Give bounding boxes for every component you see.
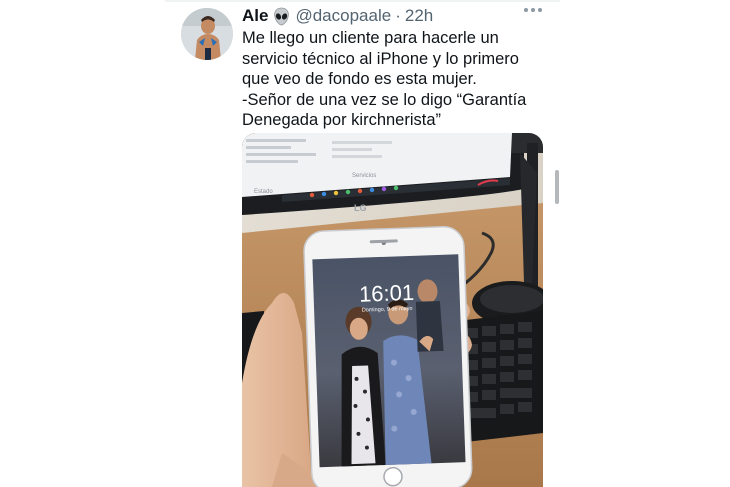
scrollbar[interactable]: [555, 170, 559, 204]
more-options-icon[interactable]: [524, 8, 542, 12]
monitor-label-2: Servicios: [352, 173, 376, 179]
photo-scene: Estado Servicios LG 16:01 Domingo, 9 de …: [242, 133, 543, 487]
tweet-card: Ale @dacopaale · 22h Me llego un cliente…: [165, 0, 560, 487]
tweet-text: Me llego un cliente para hacerle un serv…: [242, 28, 542, 131]
tweet-text-line: -Señor de una vez se lo digo “Garantía D…: [242, 90, 527, 130]
handle[interactable]: @dacopaale: [295, 6, 391, 26]
separator-dot: ·: [395, 6, 401, 25]
iphone: 16:01 Domingo, 9 de mayo: [303, 226, 473, 487]
alien-emoji-icon: [272, 7, 291, 26]
tweet-header: Ale @dacopaale · 22h: [242, 4, 546, 28]
phone-clock: 16:01: [359, 280, 415, 307]
divider: [165, 0, 560, 2]
avatar-image: [181, 8, 233, 60]
monitor-label: Estado: [254, 189, 273, 195]
svg-text:LG: LG: [354, 203, 367, 213]
tweet-text-line: Me llego un cliente para hacerle un serv…: [242, 29, 519, 88]
avatar[interactable]: [181, 8, 233, 60]
tweet-photo[interactable]: Estado Servicios LG 16:01 Domingo, 9 de …: [242, 133, 543, 487]
display-name[interactable]: Ale: [242, 6, 268, 26]
timestamp[interactable]: 22h: [405, 6, 433, 26]
